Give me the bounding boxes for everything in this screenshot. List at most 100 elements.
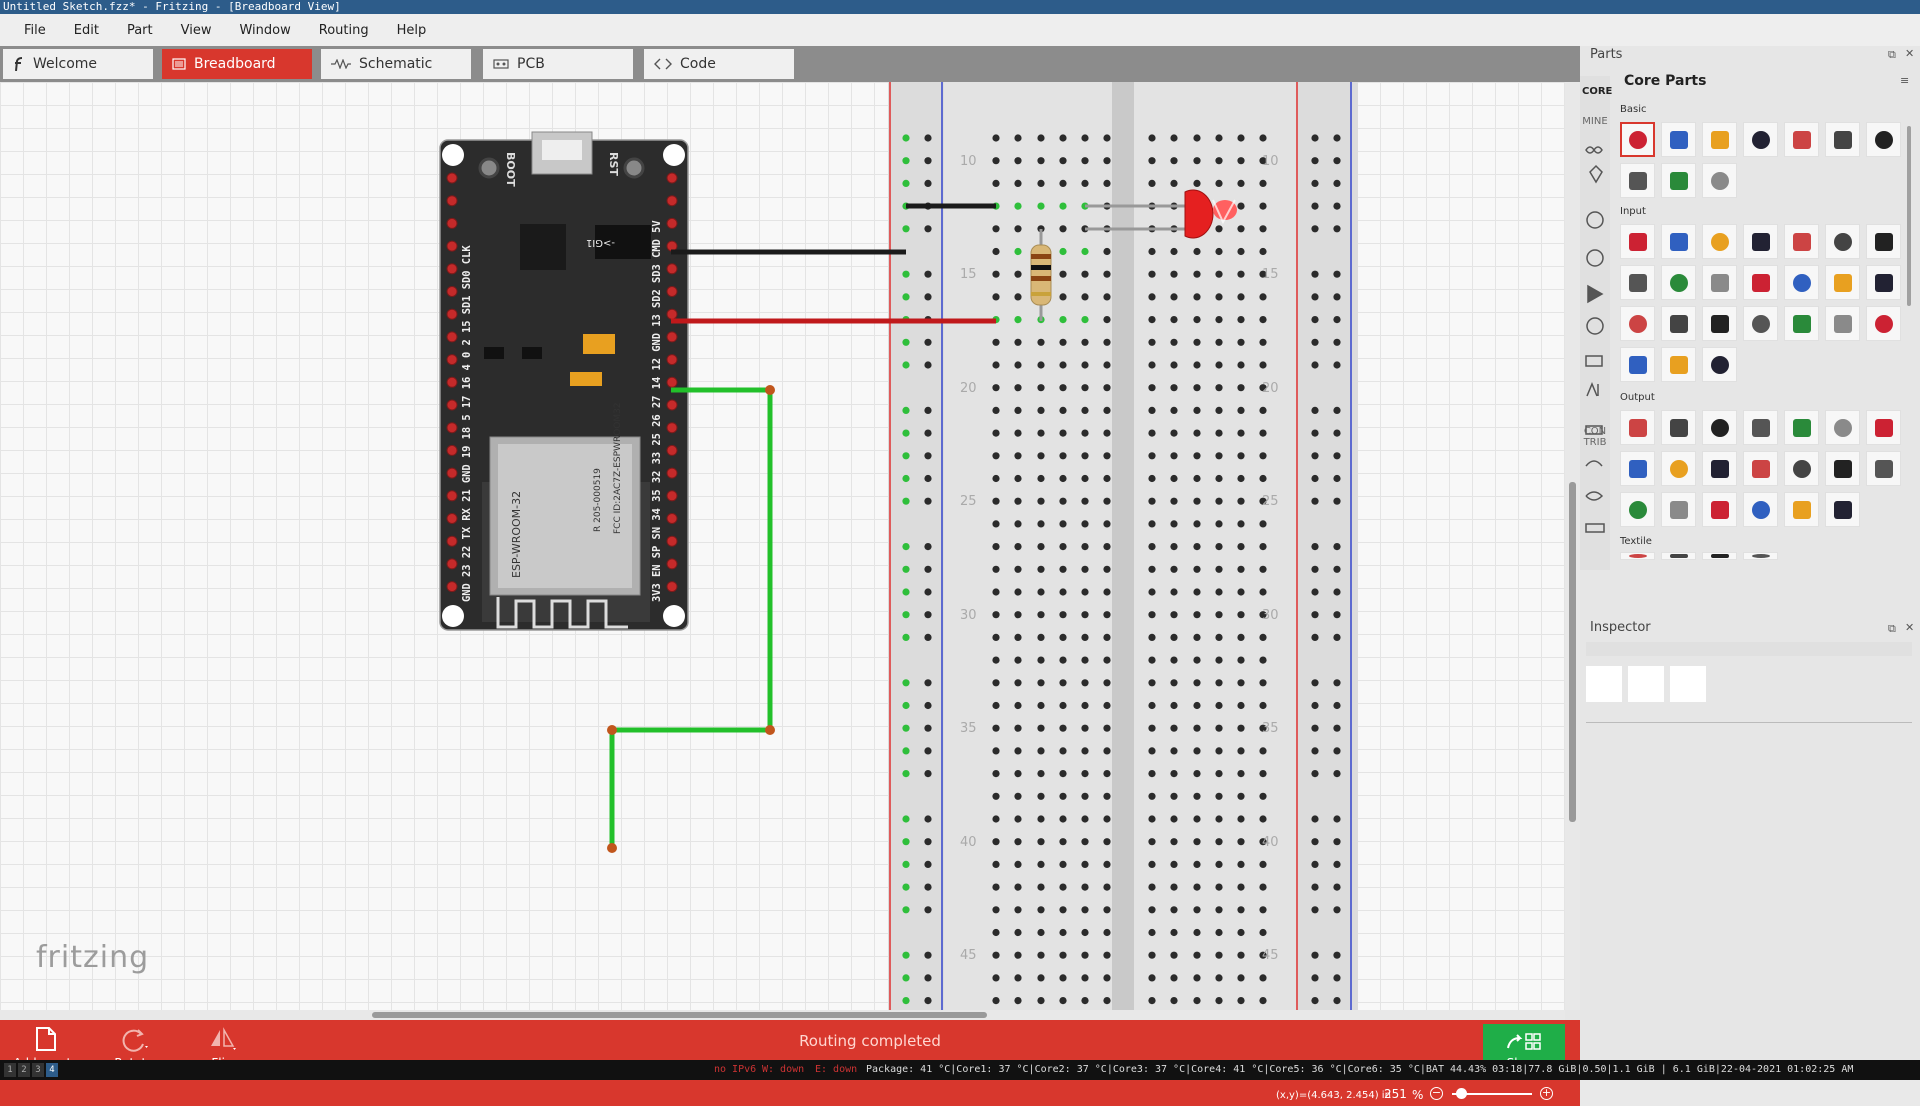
breadboard-hole[interactable] [902, 338, 910, 346]
breadboard-hole[interactable] [1259, 656, 1267, 664]
breadboard-hole[interactable] [992, 974, 1000, 982]
menu-routing[interactable]: Routing [315, 21, 373, 40]
breadboard-hole[interactable] [1059, 928, 1067, 937]
breadboard-hole[interactable] [1170, 588, 1178, 596]
breadboard-hole[interactable] [1215, 701, 1223, 710]
breadboard-hole[interactable] [1237, 974, 1245, 982]
breadboard-hole[interactable] [1014, 974, 1022, 982]
breadboard-hole[interactable] [1170, 997, 1178, 1005]
breadboard-hole[interactable] [1014, 452, 1022, 460]
esp32-header-pin[interactable] [446, 286, 458, 297]
breadboard-hole[interactable] [1259, 770, 1267, 778]
part-bin-item[interactable] [1825, 410, 1860, 445]
breadboard-hole[interactable] [1014, 474, 1022, 483]
breadboard-hole[interactable] [1103, 270, 1111, 278]
esp32-header-pin[interactable] [446, 376, 458, 388]
breadboard-hole[interactable] [1237, 747, 1245, 755]
part-bin-item[interactable] [1620, 122, 1655, 157]
breadboard-hole[interactable] [1237, 179, 1245, 187]
breadboard-hole[interactable] [1215, 906, 1223, 914]
breadboard-hole[interactable] [1059, 701, 1067, 710]
breadboard-hole[interactable] [992, 838, 1000, 846]
breadboard-hole[interactable] [924, 361, 932, 369]
breadboard-hole[interactable] [992, 951, 1000, 959]
breadboard-hole[interactable] [1014, 701, 1022, 710]
breadboard-hole[interactable] [1059, 497, 1067, 505]
breadboard-hole[interactable] [1170, 838, 1178, 846]
breadboard-hole[interactable] [1081, 860, 1089, 869]
breadboard-hole[interactable] [1193, 770, 1201, 778]
esp32-header-pin[interactable] [666, 490, 678, 502]
breadboard-hole[interactable] [1215, 157, 1223, 165]
breadboard-hole[interactable] [1193, 497, 1201, 505]
breadboard-hole[interactable] [1259, 928, 1267, 937]
breadboard-hole[interactable] [1215, 633, 1223, 642]
breadboard-hole[interactable] [1059, 202, 1067, 210]
breadboard-hole[interactable] [1148, 747, 1156, 755]
breadboard-hole[interactable] [1170, 679, 1178, 687]
part-bin-item[interactable] [1620, 265, 1655, 300]
breadboard-hole[interactable] [1148, 247, 1156, 256]
breadboard-hole[interactable] [1081, 565, 1089, 573]
breadboard-hole[interactable] [902, 860, 910, 869]
esp32-header-pin[interactable] [446, 422, 458, 434]
breadboard-hole[interactable] [1037, 134, 1045, 142]
breadboard-hole[interactable] [1037, 770, 1045, 778]
breadboard-hole[interactable] [1170, 497, 1178, 505]
breadboard-hole[interactable] [902, 157, 910, 165]
breadboard-hole[interactable] [1014, 338, 1022, 346]
tab-schematic[interactable]: Schematic [321, 49, 471, 79]
breadboard-hole[interactable] [902, 588, 910, 596]
breadboard-hole[interactable] [1081, 724, 1089, 732]
breadboard-hole[interactable] [1081, 656, 1089, 664]
breadboard-hole[interactable] [1037, 724, 1045, 732]
breadboard-hole[interactable] [1259, 452, 1267, 460]
breadboard-hole[interactable] [1059, 974, 1067, 982]
part-bin-item[interactable] [1620, 552, 1655, 560]
esp32-header-pin[interactable] [666, 172, 678, 184]
breadboard-hole[interactable] [1148, 565, 1156, 573]
breadboard-hole[interactable] [1103, 361, 1111, 369]
part-bin-item[interactable] [1661, 224, 1696, 259]
breadboard-canvas[interactable]: 10 15 20 25 30 35 40 45 10 15 20 25 30 3… [0, 82, 1565, 1010]
breadboard-hole[interactable] [1148, 361, 1156, 369]
breadboard-hole[interactable] [1311, 611, 1319, 619]
breadboard-hole[interactable] [1059, 179, 1067, 187]
breadboard-hole[interactable] [1333, 906, 1341, 914]
breadboard-hole[interactable] [1237, 338, 1245, 346]
breadboard-hole[interactable] [1081, 384, 1089, 392]
breadboard-hole[interactable] [1215, 838, 1223, 846]
breadboard-hole[interactable] [1259, 338, 1267, 346]
breadboard-hole[interactable] [1059, 770, 1067, 778]
breadboard-hole[interactable] [1059, 860, 1067, 869]
breadboard-hole[interactable] [1081, 838, 1089, 846]
breadboard-hole[interactable] [1333, 770, 1341, 778]
breadboard-hole[interactable] [1311, 270, 1319, 278]
breadboard-hole[interactable] [1215, 679, 1223, 687]
breadboard-hole[interactable] [1148, 406, 1156, 414]
breadboard-hole[interactable] [1014, 747, 1022, 755]
breadboard-hole[interactable] [1059, 611, 1067, 619]
breadboard-hole[interactable] [992, 792, 1000, 800]
breadboard-hole[interactable] [1215, 565, 1223, 573]
breadboard-hole[interactable] [1037, 406, 1045, 414]
breadboard-hole[interactable] [1333, 157, 1341, 165]
esp32-header-pin[interactable] [666, 581, 678, 593]
breadboard-hole[interactable] [1193, 316, 1201, 324]
esp32-header-pin[interactable] [666, 444, 678, 456]
breadboard-hole[interactable] [1103, 497, 1111, 505]
breadboard-hole[interactable] [924, 701, 932, 710]
breadboard-hole[interactable] [1215, 270, 1223, 278]
breadboard-hole[interactable] [1170, 633, 1178, 642]
part-bin-item[interactable] [1743, 492, 1778, 527]
breadboard-hole[interactable] [1037, 792, 1045, 800]
part-bin-item[interactable] [1825, 265, 1860, 300]
breadboard-hole[interactable] [1170, 543, 1178, 551]
breadboard-hole[interactable] [992, 474, 1000, 483]
breadboard-hole[interactable] [1193, 429, 1201, 437]
breadboard-hole[interactable] [1148, 179, 1156, 187]
breadboard-hole[interactable] [1237, 361, 1245, 369]
esp32-header-pin[interactable] [666, 286, 678, 297]
breadboard-hole[interactable] [1170, 406, 1178, 414]
breadboard-hole[interactable] [1259, 588, 1267, 596]
